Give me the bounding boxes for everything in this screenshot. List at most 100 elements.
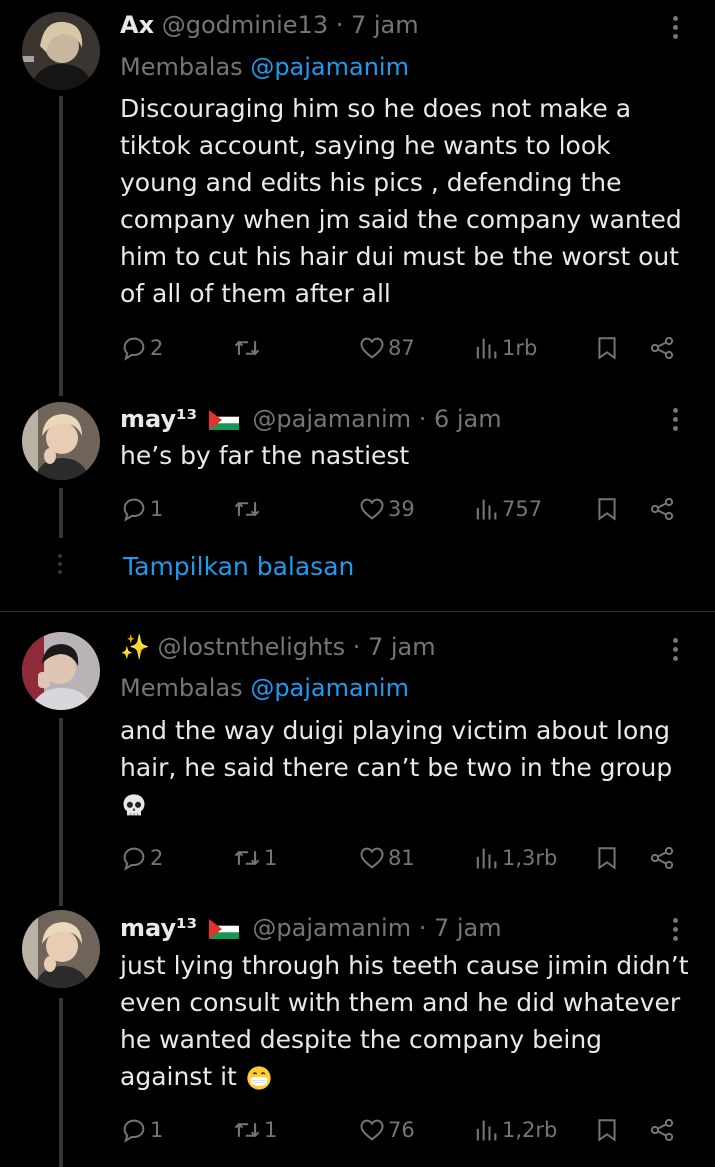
- palestine-flag-icon: [208, 410, 239, 430]
- reply-icon: [123, 847, 145, 871]
- bookmark-icon: [598, 1119, 616, 1142]
- reply-button[interactable]: 2: [120, 331, 163, 365]
- reply-count: 2: [150, 336, 164, 360]
- user-handle[interactable]: @pajamanim: [252, 405, 411, 433]
- views-count: 1rb: [502, 336, 538, 360]
- share-button[interactable]: [648, 331, 676, 365]
- views-count: 757: [502, 497, 543, 521]
- tweet-text: Discouraging him so he does not make a t…: [120, 94, 682, 308]
- retweet-icon: [234, 1122, 260, 1138]
- views-icon: [476, 1120, 497, 1141]
- reply-button[interactable]: 1: [120, 492, 163, 526]
- tweet-text: he’s by far the nastiest: [120, 441, 410, 470]
- tweet-header: may¹³ @pajamanim · 7 jam: [120, 911, 655, 945]
- display-name[interactable]: Ax: [120, 11, 154, 39]
- reply-count: 1: [150, 497, 164, 521]
- avatar[interactable]: [22, 12, 100, 90]
- display-name[interactable]: may¹³: [120, 914, 197, 942]
- avatar[interactable]: [22, 910, 100, 988]
- share-button[interactable]: [648, 1113, 676, 1147]
- mention-link[interactable]: @pajamanim: [250, 53, 409, 81]
- more-options-icon[interactable]: [665, 10, 685, 44]
- display-name[interactable]: ✨: [120, 633, 150, 661]
- share-icon: [650, 846, 674, 870]
- tweet[interactable]: may¹³ @pajamanim · 6 jam he’s by far the…: [0, 400, 715, 540]
- heart-icon: [360, 337, 384, 359]
- more-options-icon[interactable]: [665, 912, 685, 946]
- views-icon: [476, 499, 497, 520]
- bookmark-icon: [598, 337, 616, 360]
- retweet-button[interactable]: [232, 331, 264, 365]
- show-replies-link[interactable]: Tampilkan balasan: [123, 549, 354, 585]
- tweet[interactable]: ✨ @lostnthelights · 7 jam Membalas @paja…: [0, 612, 715, 902]
- tweet-text-block: just lying through his teeth cause jimin…: [120, 947, 695, 1095]
- heart-icon: [360, 498, 384, 520]
- bookmark-button[interactable]: [594, 1113, 620, 1147]
- bookmark-button[interactable]: [594, 331, 620, 365]
- user-handle[interactable]: @lostnthelights: [158, 633, 346, 661]
- views-count: 1,3rb: [502, 846, 558, 870]
- skull-emoji: [123, 794, 145, 816]
- like-count: 39: [388, 497, 415, 521]
- tweet-actions: 2 1 81 1,3rb: [120, 841, 680, 875]
- avatar[interactable]: [22, 632, 100, 710]
- bookmark-icon: [598, 498, 616, 521]
- views-button[interactable]: 1rb: [472, 331, 537, 365]
- tweet-text: and the way duigi playing victim about l…: [120, 716, 673, 782]
- like-button[interactable]: 39: [358, 492, 415, 526]
- retweet-button[interactable]: 1: [232, 841, 277, 875]
- share-button[interactable]: [648, 841, 676, 875]
- bookmark-icon: [598, 847, 616, 870]
- tweet-text: just lying through his teeth cause jimin…: [120, 951, 689, 1091]
- views-button[interactable]: 757: [472, 492, 542, 526]
- timestamp[interactable]: · 6 jam: [419, 405, 502, 433]
- share-button[interactable]: [648, 492, 676, 526]
- retweet-count: 1: [264, 1118, 278, 1142]
- tweet-text-block: and the way duigi playing victim about l…: [120, 712, 695, 823]
- timestamp[interactable]: · 7 jam: [353, 633, 436, 661]
- reply-icon: [123, 1119, 145, 1143]
- tweet-header: Ax @godminie13 · 7 jam: [120, 8, 655, 42]
- thread-gap-dots: [55, 554, 65, 574]
- palestine-flag-icon: [208, 919, 239, 939]
- tweet[interactable]: Ax @godminie13 · 7 jam Membalas @pajaman…: [0, 0, 715, 400]
- avatar[interactable]: [22, 402, 100, 480]
- replying-to-label: Membalas: [120, 53, 251, 81]
- like-button[interactable]: 76: [358, 1113, 415, 1147]
- retweet-icon: [234, 340, 260, 356]
- bookmark-button[interactable]: [594, 841, 620, 875]
- replying-to: Membalas @pajamanim: [120, 671, 409, 705]
- heart-icon: [360, 1119, 384, 1141]
- tweet-actions: 1 39 757: [120, 492, 680, 526]
- mention-link[interactable]: @pajamanim: [250, 674, 409, 702]
- views-button[interactable]: 1,2rb: [472, 1113, 557, 1147]
- retweet-button[interactable]: [232, 492, 264, 526]
- like-count: 81: [388, 846, 415, 870]
- like-button[interactable]: 81: [358, 841, 415, 875]
- retweet-count: 1: [264, 846, 278, 870]
- more-options-icon[interactable]: [665, 632, 685, 666]
- display-name[interactable]: may¹³: [120, 405, 197, 433]
- reply-button[interactable]: 2: [120, 841, 163, 875]
- replying-to: Membalas @pajamanim: [120, 50, 409, 84]
- like-button[interactable]: 87: [358, 331, 415, 365]
- retweet-button[interactable]: 1: [232, 1113, 277, 1147]
- share-icon: [650, 497, 674, 521]
- tweet-actions: 2 87 1rb: [120, 331, 680, 365]
- timestamp[interactable]: · 7 jam: [419, 914, 502, 942]
- views-button[interactable]: 1,3rb: [472, 841, 557, 875]
- more-options-icon[interactable]: [665, 402, 685, 436]
- like-count: 76: [388, 1118, 415, 1142]
- views-icon: [476, 848, 497, 869]
- tweet-header: may¹³ @pajamanim · 6 jam: [120, 402, 655, 436]
- tweet-header: ✨ @lostnthelights · 7 jam: [120, 630, 655, 664]
- reply-count: 1: [150, 1118, 164, 1142]
- views-icon: [476, 338, 497, 359]
- user-handle[interactable]: @godminie13: [162, 11, 328, 39]
- tweet[interactable]: may¹³ @pajamanim · 7 jam just lying thro…: [0, 908, 715, 1167]
- user-handle[interactable]: @pajamanim: [252, 914, 411, 942]
- reply-button[interactable]: 1: [120, 1113, 163, 1147]
- views-count: 1,2rb: [502, 1118, 558, 1142]
- timestamp[interactable]: · 7 jam: [336, 11, 419, 39]
- bookmark-button[interactable]: [594, 492, 620, 526]
